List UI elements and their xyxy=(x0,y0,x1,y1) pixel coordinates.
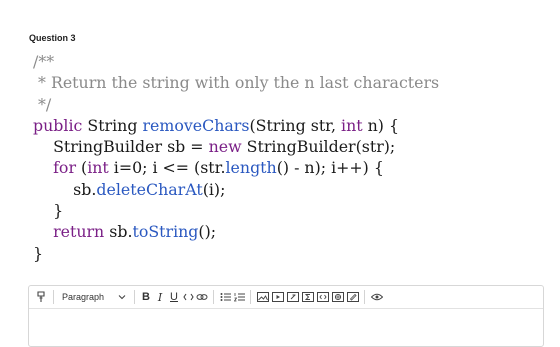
code-line: */ xyxy=(33,94,52,114)
rich-text-editor[interactable]: Paragraph B I U xyxy=(28,285,544,347)
code-token: int xyxy=(341,115,363,135)
code-icon[interactable] xyxy=(181,289,195,305)
format-painter-icon[interactable] xyxy=(33,289,49,305)
chevron-down-icon xyxy=(118,294,126,300)
code-token: (i); xyxy=(202,179,226,199)
code-token: sb. xyxy=(104,222,133,242)
code-token: StringBuilder(str); xyxy=(241,137,396,157)
code-line: return sb.toString(); xyxy=(33,221,439,242)
code-token: i=0; i <= (str. xyxy=(108,158,226,178)
code-token: public xyxy=(33,115,83,135)
code-token: removeChars xyxy=(142,115,250,135)
code-token: deleteCharAt xyxy=(96,179,203,199)
code-token: (); xyxy=(198,222,217,242)
bold-button[interactable]: B xyxy=(139,289,153,305)
code-line: } xyxy=(33,243,44,263)
image-icon[interactable] xyxy=(255,289,270,305)
code-line: sb.deleteCharAt(i); xyxy=(33,179,439,200)
equation-icon[interactable] xyxy=(300,289,315,305)
code-token: return xyxy=(33,222,105,242)
code-token: new xyxy=(208,137,242,157)
underline-button[interactable]: U xyxy=(167,289,181,305)
draw-icon[interactable] xyxy=(345,289,360,305)
code-token: length xyxy=(225,158,277,178)
code-token: (String str, xyxy=(249,115,342,135)
code-token: n) { xyxy=(362,115,400,135)
code-token: sb. xyxy=(33,179,97,199)
code-token: int xyxy=(87,158,109,178)
code-token: String xyxy=(82,115,143,135)
code-token: () - n); i++) { xyxy=(276,158,384,178)
code-token: ( xyxy=(76,158,88,178)
code-token: StringBuilder sb = xyxy=(33,137,209,157)
paragraph-select[interactable]: Paragraph xyxy=(58,289,126,305)
code-line: public String removeChars(String str, in… xyxy=(33,115,439,136)
code-line: StringBuilder sb = new StringBuilder(str… xyxy=(33,136,439,157)
bulleted-list-icon[interactable] xyxy=(218,289,232,305)
code-block: /** * Return the string with only the n … xyxy=(33,51,439,264)
embed-icon[interactable] xyxy=(315,289,330,305)
paragraph-select-label: Paragraph xyxy=(62,292,105,302)
italic-button[interactable]: I xyxy=(153,289,167,305)
code-line: for (int i=0; i <= (str.length() - n); i… xyxy=(33,157,439,178)
code-token: toString xyxy=(132,222,199,242)
code-token: for xyxy=(33,158,76,178)
numbered-list-icon[interactable] xyxy=(232,289,246,305)
eye-icon[interactable] xyxy=(369,289,384,305)
globe-icon[interactable] xyxy=(330,289,345,305)
code-line: } xyxy=(33,201,64,221)
link-icon[interactable] xyxy=(195,289,209,305)
media-icon[interactable] xyxy=(270,289,285,305)
question-label: Question 3 xyxy=(29,33,76,43)
attachment-icon[interactable] xyxy=(285,289,300,305)
editor-toolbar: Paragraph B I U xyxy=(29,286,543,309)
code-line: * Return the string with only the n last… xyxy=(33,73,440,93)
code-line: /** xyxy=(33,52,55,71)
